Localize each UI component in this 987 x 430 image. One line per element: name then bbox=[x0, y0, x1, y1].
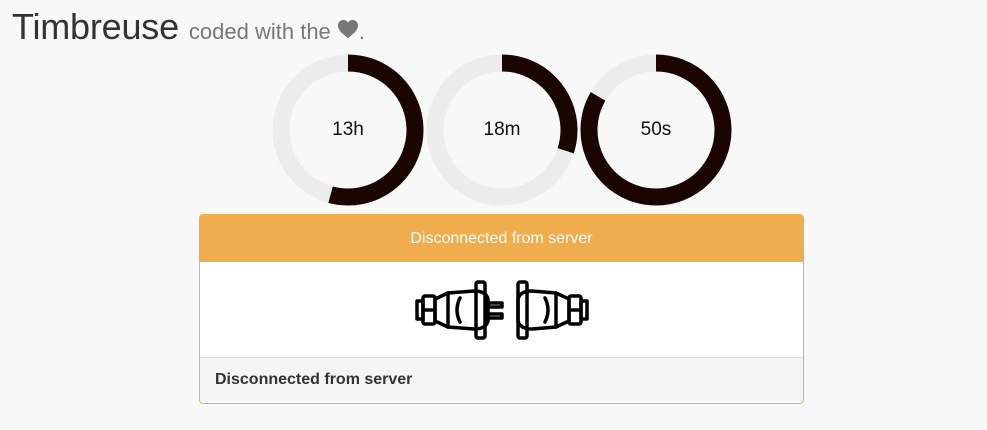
tagline-end: . bbox=[358, 19, 365, 44]
connection-status-panel: Disconnected from server Disconnected fr… bbox=[199, 214, 804, 404]
timer-seconds-label: 50s bbox=[640, 119, 672, 140]
timer-hours-label: 13h bbox=[332, 119, 364, 140]
panel-heading: Disconnected from server bbox=[200, 215, 803, 262]
countdown-timers: 13h 18m 50s bbox=[272, 54, 734, 206]
unplugged-icon bbox=[414, 279, 589, 340]
app-title: Timbreuse bbox=[12, 6, 179, 47]
timer-minutes-label: 18m bbox=[483, 119, 521, 140]
tagline: coded with the bbox=[188, 19, 331, 44]
timer-minutes: 18m bbox=[426, 54, 578, 206]
timer-hours: 13h bbox=[272, 54, 424, 206]
panel-footer: Disconnected from server bbox=[200, 358, 803, 402]
timer-seconds: 50s bbox=[580, 54, 732, 206]
heart-icon bbox=[337, 19, 358, 39]
panel-body bbox=[200, 262, 803, 358]
page-header: Timbreuse coded with the . bbox=[12, 6, 365, 48]
